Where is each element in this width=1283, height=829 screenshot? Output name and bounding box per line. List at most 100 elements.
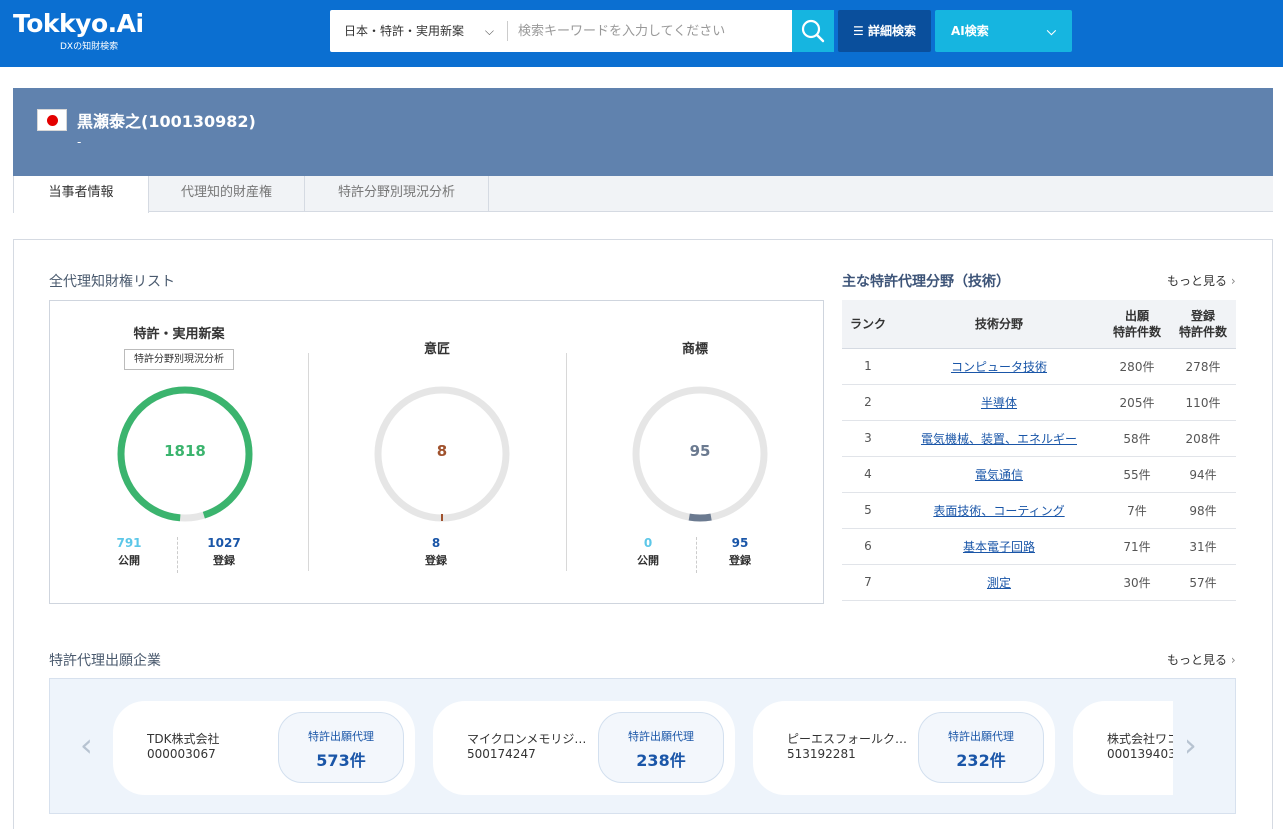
patent-public-stat: 791 公開: [89, 536, 169, 568]
ai-search-dropdown[interactable]: AI検索 ⌵: [935, 10, 1072, 52]
table-row: 6 基本電子回路 71件 31件: [842, 528, 1236, 565]
company-badge[interactable]: 特許出願代理 573件: [278, 712, 404, 783]
col-rank: ランク: [842, 300, 894, 349]
carousel-track: TDK株式会社 000003067 特許出願代理 573件 マイクロンメモリジ… 5001…: [113, 701, 1173, 796]
tech-fields-more-link[interactable]: もっと見る ›: [1167, 272, 1236, 289]
trademark-public-stat: 0 公開: [608, 536, 688, 568]
col-applied: 出願 特許件数: [1104, 300, 1170, 349]
badge-label: 特許出願代理: [628, 730, 694, 743]
detail-search-label: 詳細検索: [867, 24, 916, 38]
col-field: 技術分野: [894, 300, 1104, 349]
carousel-next-button[interactable]: ›: [1184, 727, 1197, 763]
patent-public-count: 791: [116, 536, 142, 550]
badge-count: 573件: [316, 751, 366, 770]
applied-cell: 55件: [1104, 456, 1170, 493]
table-header-row: ランク 技術分野 出願 特許件数 登録 特許件数: [842, 300, 1236, 349]
table-row: 7 測定 30件 57件: [842, 564, 1236, 601]
company-card[interactable]: ピーエスフォールク… 513192281 特許出願代理 232件: [753, 701, 1055, 795]
table-row: 1 コンピュータ技術 280件 278件: [842, 348, 1236, 385]
field-cell: 基本電子回路: [894, 528, 1104, 565]
registered-cell: 31件: [1170, 528, 1236, 565]
field-link[interactable]: 半導体: [981, 396, 1017, 410]
field-cell: 半導体: [894, 384, 1104, 421]
tab-party-info[interactable]: 当事者情報: [13, 176, 149, 213]
search-input[interactable]: [518, 10, 788, 52]
more-label: もっと見る: [1167, 274, 1228, 288]
company-name: マイクロンメモリジ…: [467, 732, 587, 746]
company-card[interactable]: マイクロンメモリジ… 500174247 特許出願代理 238件: [433, 701, 735, 795]
carousel-prev-button[interactable]: ‹: [80, 727, 93, 763]
registered-cell: 208件: [1170, 420, 1236, 457]
divider: [507, 21, 508, 41]
company-name: 株式会社ワコ: [1107, 732, 1173, 746]
field-cell: コンピュータ技術: [894, 348, 1104, 385]
trademark-public-label: 公開: [637, 554, 659, 567]
ip-list-title: 全代理知財権リスト: [49, 274, 175, 290]
tab-field-analysis[interactable]: 特許分野別現況分析: [305, 176, 489, 212]
top-bar: Tokkyo.Ai DXの知財検索 日本・特許・実用新案 ⌵ ☰ 詳細検索 AI…: [0, 0, 1283, 67]
col-registered: 登録 特許件数: [1170, 300, 1236, 349]
field-cell: 電気通信: [894, 456, 1104, 493]
registered-cell: 110件: [1170, 384, 1236, 421]
stat-divider: [177, 537, 178, 573]
registered-cell: 98件: [1170, 492, 1236, 529]
companies-more-link[interactable]: もっと見る ›: [1167, 651, 1236, 668]
patent-registered-stat: 1027 登録: [184, 536, 264, 568]
patent-analysis-button[interactable]: 特許分野別現況分析: [124, 349, 234, 370]
company-id: 000139403: [1107, 747, 1173, 761]
rank-cell: 3: [842, 420, 894, 457]
logo[interactable]: Tokkyo.Ai DXの知財検索: [13, 9, 144, 52]
company-id: 000003067: [147, 747, 216, 761]
trademark-column: 商標 95 0 公開 95 登録: [566, 301, 824, 601]
rank-cell: 6: [842, 528, 894, 565]
company-badge[interactable]: 特許出願代理 238件: [598, 712, 724, 783]
registered-cell: 94件: [1170, 456, 1236, 493]
design-column: 意匠 8 8 登録: [308, 301, 566, 601]
field-link[interactable]: コンピュータ技術: [951, 360, 1047, 374]
applied-cell: 205件: [1104, 384, 1170, 421]
table-row: 5 表面技術、コーティング 7件 98件: [842, 492, 1236, 529]
company-card[interactable]: 株式会社ワコ 000139403: [1073, 701, 1173, 795]
company-id: 500174247: [467, 747, 536, 761]
profile-banner: 黒瀬泰之(100130982) -: [13, 88, 1273, 176]
search-scope-value: 日本・特許・実用新案: [344, 24, 465, 38]
table-row: 2 半導体 205件 110件: [842, 384, 1236, 421]
design-total: 8: [436, 442, 448, 460]
patent-total: 1818: [164, 442, 206, 460]
stat-divider: [696, 537, 697, 573]
list-icon: ☰: [853, 24, 864, 38]
ai-search-label: AI検索: [951, 24, 989, 38]
field-cell: 電気機械、装置、エネルギー: [894, 420, 1104, 457]
rank-cell: 1: [842, 348, 894, 385]
company-name: TDK株式会社: [147, 732, 220, 746]
companies-title: 特許代理出願企業: [49, 653, 161, 669]
patent-title: 特許・実用新案: [133, 327, 225, 342]
logo-main: Tokkyo.Ai: [13, 9, 144, 38]
field-link[interactable]: 電気機械、装置、エネルギー: [921, 432, 1077, 446]
badge-count: 232件: [956, 751, 1006, 770]
badge-label: 特許出願代理: [948, 730, 1014, 743]
field-link[interactable]: 基本電子回路: [963, 540, 1035, 554]
search-scope-select[interactable]: 日本・特許・実用新案 ⌵: [330, 10, 506, 52]
detail-search-button[interactable]: ☰ 詳細検索: [838, 10, 931, 52]
applied-cell: 71件: [1104, 528, 1170, 565]
company-card[interactable]: TDK株式会社 000003067 特許出願代理 573件: [113, 701, 415, 795]
search-button[interactable]: [792, 10, 834, 52]
company-id: 513192281: [787, 747, 856, 761]
table-row: 4 電気通信 55件 94件: [842, 456, 1236, 493]
japan-flag-icon: [37, 109, 67, 131]
tab-agent-ip[interactable]: 代理知的財産権: [149, 176, 305, 212]
chevron-right-icon: ›: [1230, 274, 1236, 288]
profile-sub: -: [77, 135, 82, 149]
companies-carousel: ‹ TDK株式会社 000003067 特許出願代理 573件 マイクロンメモリジ… 50…: [49, 678, 1236, 814]
field-link[interactable]: 表面技術、コーティング: [933, 504, 1064, 518]
company-badge[interactable]: 特許出願代理 232件: [918, 712, 1044, 783]
trademark-registered-stat: 95 登録: [700, 536, 780, 568]
search-box: 日本・特許・実用新案 ⌵: [330, 10, 792, 52]
applied-cell: 58件: [1104, 420, 1170, 457]
trademark-title: 商標: [681, 342, 708, 357]
design-registered-count: 8: [431, 536, 441, 550]
chevron-right-icon: ›: [1230, 653, 1236, 667]
field-link[interactable]: 測定: [987, 576, 1011, 590]
field-link[interactable]: 電気通信: [975, 468, 1023, 482]
